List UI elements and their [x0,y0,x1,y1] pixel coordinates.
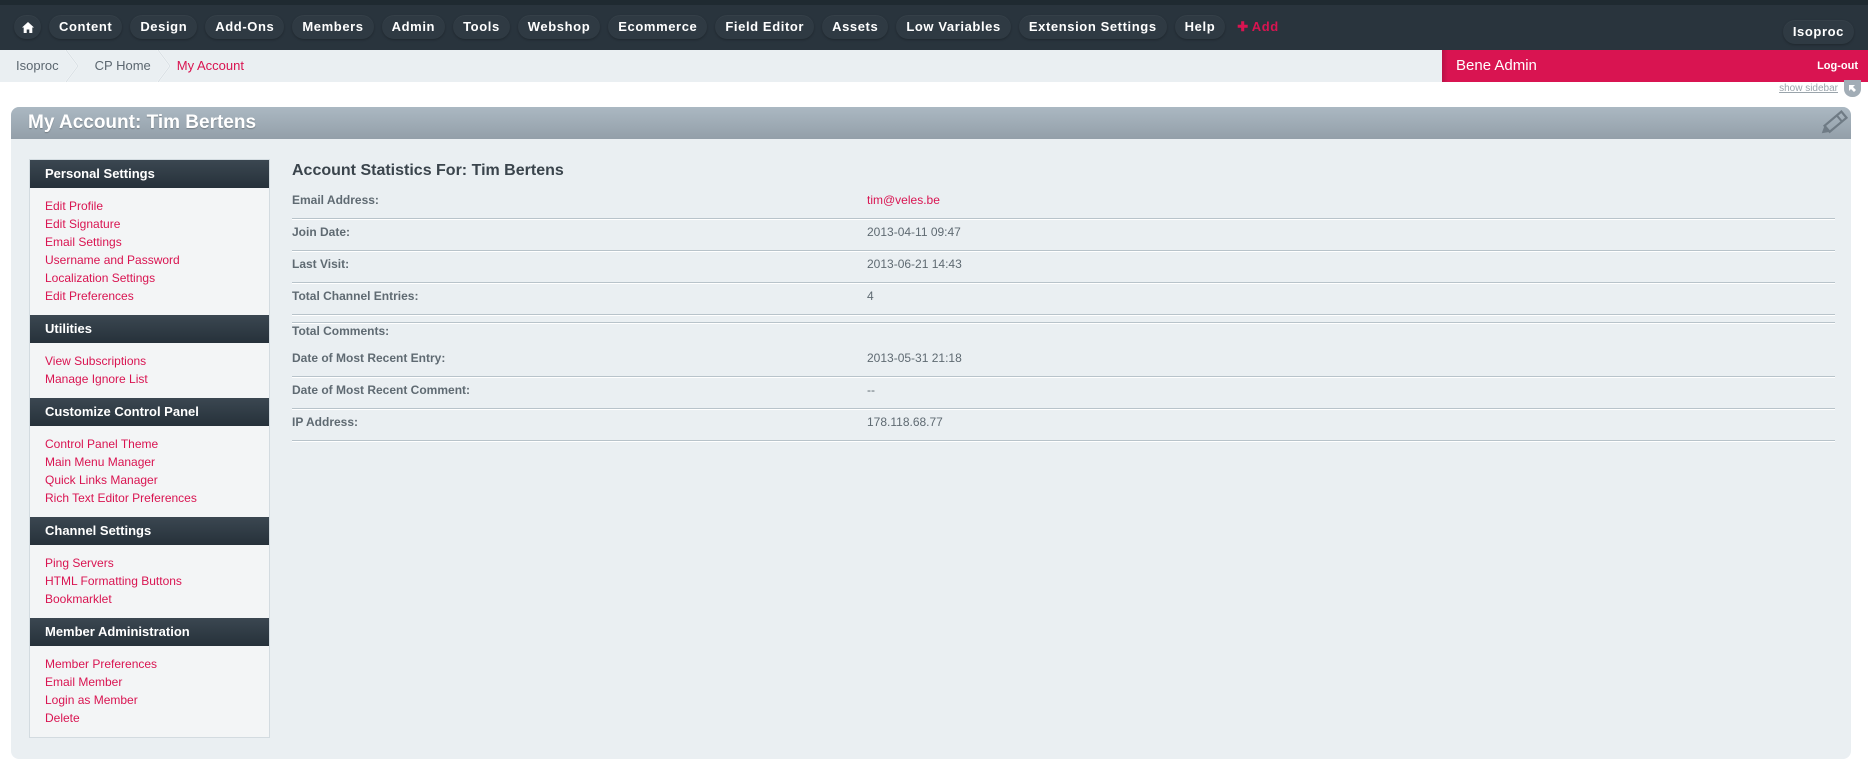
account-statistics: Account Statistics For: Tim Bertens Emai… [292,157,1835,441]
sidebar-link-view-subscriptions[interactable]: View Subscriptions [45,352,254,370]
stat-row-email: Email Address: tim@veles.be [292,187,1835,219]
email-link[interactable]: tim@veles.be [867,187,940,213]
panel-header: My Account: Tim Bertens [11,107,1851,139]
user-bar: Bene Admin Log-out [1442,50,1868,82]
stat-value: -- [867,383,875,397]
sidebar-link-main-menu-manager[interactable]: Main Menu Manager [45,453,254,471]
stat-row-total-channel-entries: Total Channel Entries: 4 [292,283,1835,315]
nav-item-ecommerce[interactable]: Ecommerce [608,15,708,39]
nav-item-add-ons[interactable]: Add-Ons [205,15,285,39]
nav-item-field-editor[interactable]: Field Editor [715,15,815,39]
sidebar-link-edit-signature[interactable]: Edit Signature [45,215,254,233]
stat-row-recent-entry: Date of Most Recent Entry: 2013-05-31 21… [292,345,1835,377]
stat-label: Last Visit: [292,257,350,271]
nav-item-low-variables[interactable]: Low Variables [896,15,1011,39]
breadcrumb-item-cp-home[interactable]: CP Home [79,50,171,82]
stat-label: IP Address: [292,415,359,429]
sidebar-link-bookmarklet[interactable]: Bookmarklet [45,590,254,608]
arrow-up-left-icon [1849,85,1856,92]
nav-item-help[interactable]: Help [1174,15,1226,39]
nav-home-button[interactable] [14,15,41,39]
sidebar-section-links: Edit Profile Edit Signature Email Settin… [30,188,269,315]
nav-item-tools[interactable]: Tools [453,15,510,39]
sidebar-link-email-member[interactable]: Email Member [45,673,254,691]
stat-value: 178.118.68.77 [867,415,943,429]
sidebar-section-title: Customize Control Panel [30,398,269,426]
nav-item-admin[interactable]: Admin [381,15,446,39]
sidebar-link-ping-servers[interactable]: Ping Servers [45,554,254,572]
sidebar-section-links: View Subscriptions Manage Ignore List [30,343,269,398]
sidebar-section-links: Ping Servers HTML Formatting Buttons Boo… [30,545,269,618]
stat-row-ip-address: IP Address: 178.118.68.77 [292,409,1835,441]
nav-add-label: Add [1251,19,1279,34]
sidebar-section-title: Personal Settings [30,160,269,188]
breadcrumb-current: My Account [176,58,244,73]
sidebar-section-title: Utilities [30,315,269,343]
stat-label: Total Comments: [292,324,390,338]
chevron-right-icon [64,50,79,82]
stat-row-empty [292,315,1835,323]
nav-item-members[interactable]: Members [292,15,374,39]
sidebar-section-links: Control Panel Theme Main Menu Manager Qu… [30,426,269,517]
stat-label: Join Date: [292,225,351,239]
sidebar-link-html-formatting-buttons[interactable]: HTML Formatting Buttons [45,572,254,590]
sidebar-link-username-password[interactable]: Username and Password [45,251,254,269]
stat-label: Total Channel Entries: [292,289,419,303]
sidebar-section-title: Channel Settings [30,517,269,545]
page-title: My Account: Tim Bertens [28,112,257,133]
show-sidebar-link[interactable]: show sidebar [1779,83,1838,94]
stat-row-recent-comment: Date of Most Recent Comment: -- [292,377,1835,409]
sidebar-toggle-button[interactable] [1844,80,1861,97]
chevron-right-icon [156,50,171,82]
sidebar-link-member-preferences[interactable]: Member Preferences [45,655,254,673]
logout-link[interactable]: Log-out [1817,50,1858,82]
sidebar-link-quick-links-manager[interactable]: Quick Links Manager [45,471,254,489]
stat-row-last-visit: Last Visit: 2013-06-21 14:43 [292,251,1835,283]
stat-value: 2013-06-21 14:43 [867,257,962,271]
sidebar-link-email-settings[interactable]: Email Settings [45,233,254,251]
sidebar-link-login-as-member[interactable]: Login as Member [45,691,254,709]
nav-item-design[interactable]: Design [130,15,198,39]
stat-value: 2013-04-11 09:47 [867,225,961,239]
nav-item-extension-settings[interactable]: Extension Settings [1018,15,1167,39]
stat-label: Email Address: [292,193,379,207]
breadcrumb-item-site[interactable]: Isoproc [0,50,79,82]
sidebar-link-cp-theme[interactable]: Control Panel Theme [45,435,254,453]
sidebar-link-rte-preferences[interactable]: Rich Text Editor Preferences [45,489,254,507]
stats-title: Account Statistics For: Tim Bertens [292,162,564,179]
user-name-link[interactable]: Bene Admin [1456,50,1537,82]
sidebar-section-links: Member Preferences Email Member Login as… [30,646,269,737]
sidebar-link-delete[interactable]: Delete [45,709,254,727]
main-nav: Content Design Add-Ons Members Admin Too… [0,5,1868,50]
stat-row-total-comments: Total Comments: [292,323,1835,345]
sidebar: Personal Settings Edit Profile Edit Sign… [29,159,270,738]
sidebar-section-title: Member Administration [30,618,269,646]
stat-value: 4 [867,289,874,303]
breadcrumb-label: CP Home [94,58,151,73]
sidebar-link-manage-ignore-list[interactable]: Manage Ignore List [45,370,254,388]
main-panel: My Account: Tim Bertens Personal Setting… [11,107,1851,759]
nav-add-button[interactable]: ✚ Add [1237,15,1279,39]
stat-value: 2013-05-31 21:18 [867,351,962,365]
nav-item-webshop[interactable]: Webshop [517,15,601,39]
pencil-icon [1821,110,1849,134]
stat-label: Date of Most Recent Entry: [292,351,446,365]
sidebar-link-edit-preferences[interactable]: Edit Preferences [45,287,254,305]
sidebar-link-edit-profile[interactable]: Edit Profile [45,197,254,215]
nav-item-assets[interactable]: Assets [822,15,889,39]
stat-label: Date of Most Recent Comment: [292,383,471,397]
nav-site-button[interactable]: Isoproc [1782,20,1854,44]
nav-list: Content Design Add-Ons Members Admin Too… [14,15,1279,39]
nav-item-content[interactable]: Content [49,15,123,39]
plus-icon: ✚ [1237,19,1249,34]
home-icon [21,21,34,33]
stat-row-join-date: Join Date: 2013-04-11 09:47 [292,219,1835,251]
sidebar-link-localization-settings[interactable]: Localization Settings [45,269,254,287]
breadcrumb-label: Isoproc [16,58,59,73]
